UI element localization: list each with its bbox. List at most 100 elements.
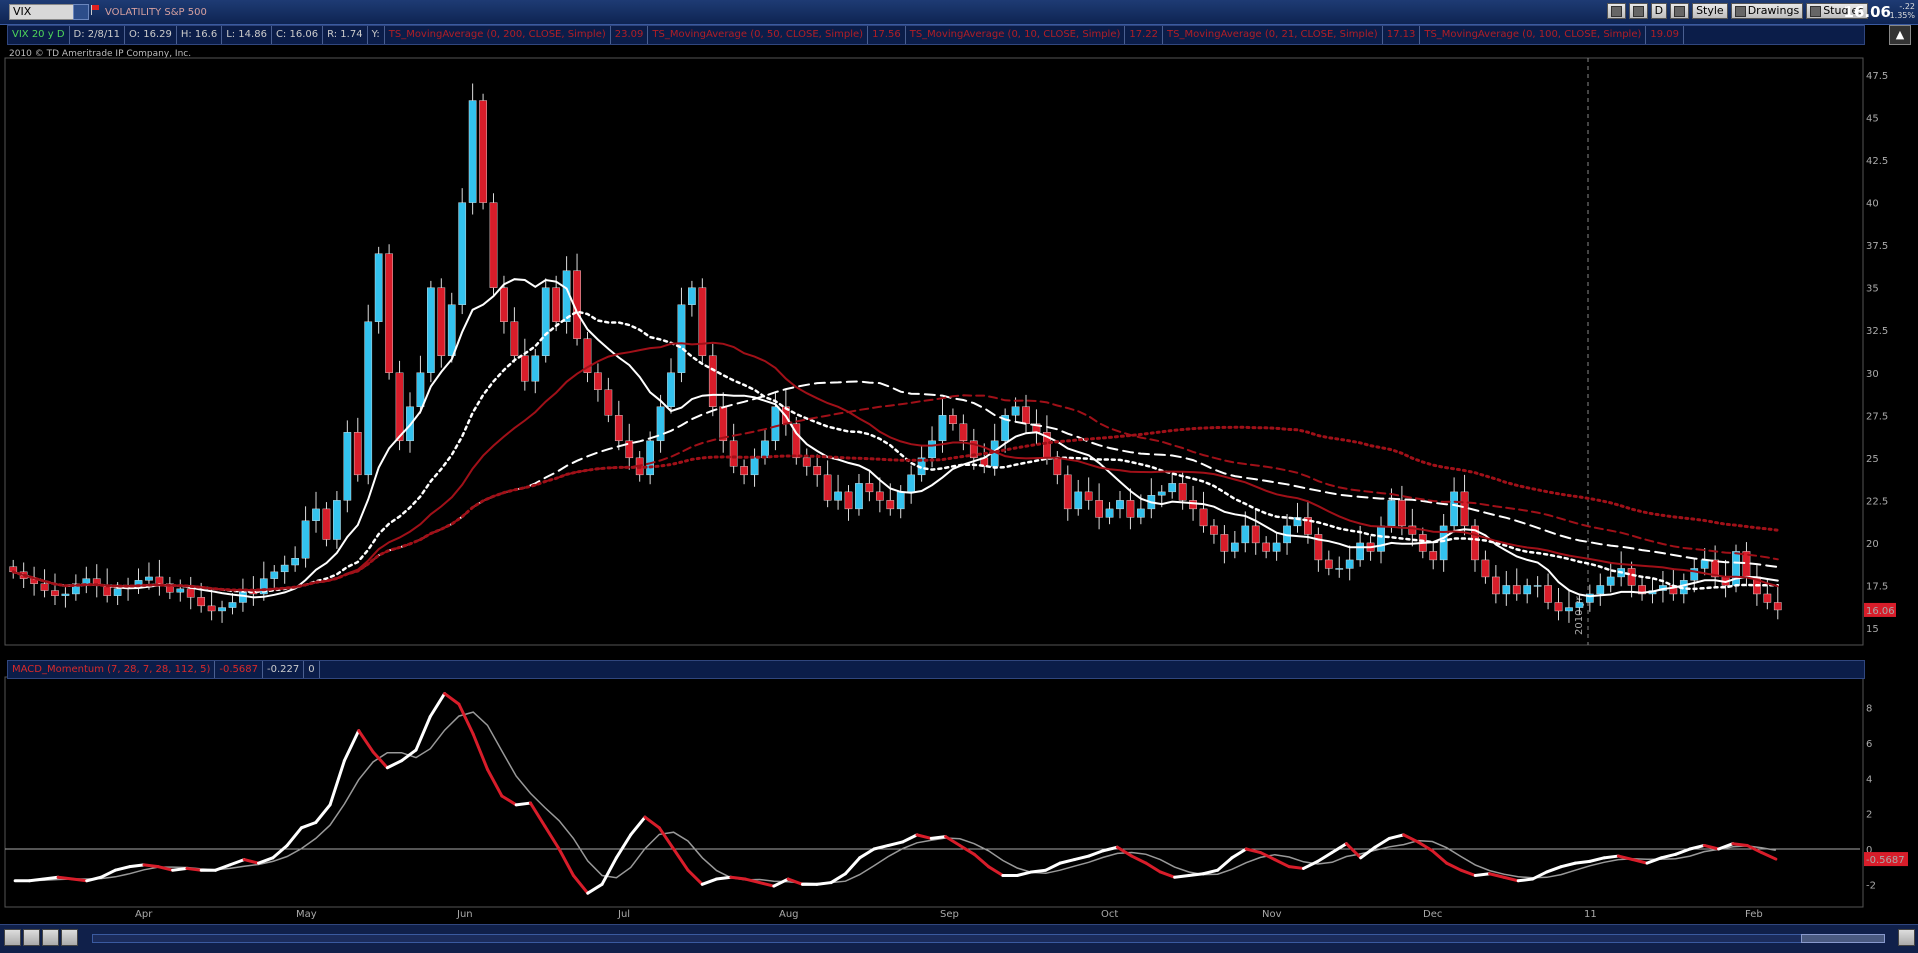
candle-body [1554, 602, 1563, 612]
year-marker-label: 2010 yr [1574, 595, 1585, 635]
scrollbar-thumb[interactable] [1801, 934, 1885, 943]
price-y-tick: 40 [1866, 199, 1879, 210]
time-scrollbar[interactable] [92, 934, 1885, 943]
candle-body [82, 578, 91, 584]
candle-body [1116, 500, 1124, 510]
macd-segment [1301, 859, 1320, 870]
macd-segment [228, 858, 246, 867]
macd-segment [1402, 833, 1420, 844]
candle-body [280, 564, 289, 573]
macd-segment [1259, 851, 1277, 862]
pencil-tool-icon[interactable] [61, 929, 78, 946]
candle-body [1398, 500, 1406, 527]
candle-body [1293, 517, 1302, 527]
candle-body [395, 372, 404, 442]
scroll-right-icon[interactable] [1898, 929, 1915, 946]
candle-body [656, 406, 665, 442]
macd-segment [299, 821, 318, 830]
study-value-ma10: 17.22 [1125, 26, 1164, 44]
macd-segment [1473, 872, 1492, 877]
candle-body [61, 593, 70, 596]
drawings-button[interactable]: Drawings [1730, 3, 1804, 19]
study-label-ma21[interactable]: TS_MovingAverage (0, 21, CLOSE, Simple) [1163, 26, 1383, 44]
candle-body [1418, 534, 1427, 552]
candle-body [1210, 525, 1218, 535]
candle-body [1439, 525, 1448, 561]
candle-body [333, 500, 341, 540]
candle-body [573, 270, 581, 339]
study-label-ma10[interactable]: TS_MovingAverage (0, 10, CLOSE, Simple) [906, 26, 1126, 44]
symbol-description: VOLATILITY S&P 500 [105, 7, 207, 18]
macd-segment [643, 815, 661, 830]
macd-y-tick: 0 [1866, 845, 1872, 856]
candle-body [9, 566, 18, 573]
macd-segment [1445, 861, 1463, 872]
chart-type-icon[interactable]: ▲ [1889, 25, 1911, 45]
candle-body [1679, 580, 1688, 595]
candle-body [1481, 559, 1490, 578]
macd-segment [1545, 865, 1563, 874]
candle-body [1502, 585, 1511, 595]
macd-segment [729, 875, 747, 881]
candle-body [667, 372, 675, 407]
candle-body [30, 578, 38, 584]
zoom-in-icon[interactable] [42, 929, 59, 946]
x-axis-tick: Jul [617, 909, 630, 920]
macd-segment [457, 702, 475, 736]
macd-segment [686, 868, 704, 886]
candle-body [1450, 491, 1458, 527]
candle-body [186, 588, 195, 598]
grid-icon[interactable] [4, 929, 21, 946]
candle-body [134, 580, 143, 588]
price-info-bar: VIX 20 y D D: 2/8/11 O: 16.29 H: 16.6 L: 14.… [7, 25, 1865, 45]
x-axis-tick: Jun [456, 909, 473, 920]
candle-body [1575, 602, 1584, 608]
symbol-lookup-button[interactable] [73, 4, 89, 20]
candle-body [646, 440, 654, 476]
candle-body [1523, 585, 1532, 595]
macd-segment [1488, 872, 1506, 879]
x-axis-tick: Dec [1423, 909, 1442, 920]
aggregation-button[interactable]: D [1650, 3, 1668, 19]
macd-segment [915, 833, 933, 840]
macd-segment [1373, 836, 1391, 849]
top-toolbar: VIX VOLATILITY S&P 500 D Style Drawings … [0, 0, 1918, 25]
candle-body [520, 355, 529, 382]
macd-segment [285, 826, 303, 847]
candle-body [1377, 525, 1385, 552]
candle-body [531, 355, 540, 382]
candle-body [145, 576, 153, 581]
symbol-input[interactable]: VIX [9, 4, 74, 20]
candle-body [740, 466, 748, 476]
zoom-icon[interactable] [1606, 3, 1626, 19]
price-y-tick: 27.5 [1866, 411, 1888, 422]
zoom-out-icon[interactable] [23, 929, 40, 946]
study-label-ma200[interactable]: TS_MovingAverage (0, 200, CLOSE, Simple) [385, 26, 611, 44]
candle-body [1565, 607, 1573, 612]
price-y-tick: 30 [1866, 369, 1879, 380]
style-button[interactable]: Style [1692, 3, 1728, 19]
candle-body [124, 586, 132, 590]
candle-body [239, 590, 247, 603]
macd-segment [1760, 851, 1778, 861]
macd-segment [1115, 845, 1134, 858]
macd-panel-frame [4, 676, 1864, 908]
candle-body [1178, 483, 1187, 501]
last-price-marker [1864, 602, 1896, 617]
study-label-ma100[interactable]: TS_MovingAverage (0, 100, CLOSE, Simple) [1420, 26, 1647, 44]
macd-segment [586, 882, 604, 895]
settings-icon[interactable] [1628, 3, 1648, 19]
low-label: L: 14.86 [222, 26, 272, 44]
macd-segment [328, 759, 346, 807]
macd-segment [1029, 868, 1048, 874]
pencil-icon[interactable] [1670, 3, 1690, 19]
macd-segment [113, 865, 132, 872]
candle-body [1053, 457, 1062, 476]
macd-study-label[interactable]: MACD_Momentum (7, 28, 7, 28, 112, 5) [8, 661, 216, 678]
study-label-ma50[interactable]: TS_MovingAverage (0, 50, CLOSE, Simple) [648, 26, 869, 44]
macd-segment [829, 872, 847, 885]
candle-body [1669, 585, 1678, 595]
candle-body [353, 432, 362, 476]
macd-value-2: -0.227 [263, 661, 305, 678]
candle-body [969, 440, 978, 459]
